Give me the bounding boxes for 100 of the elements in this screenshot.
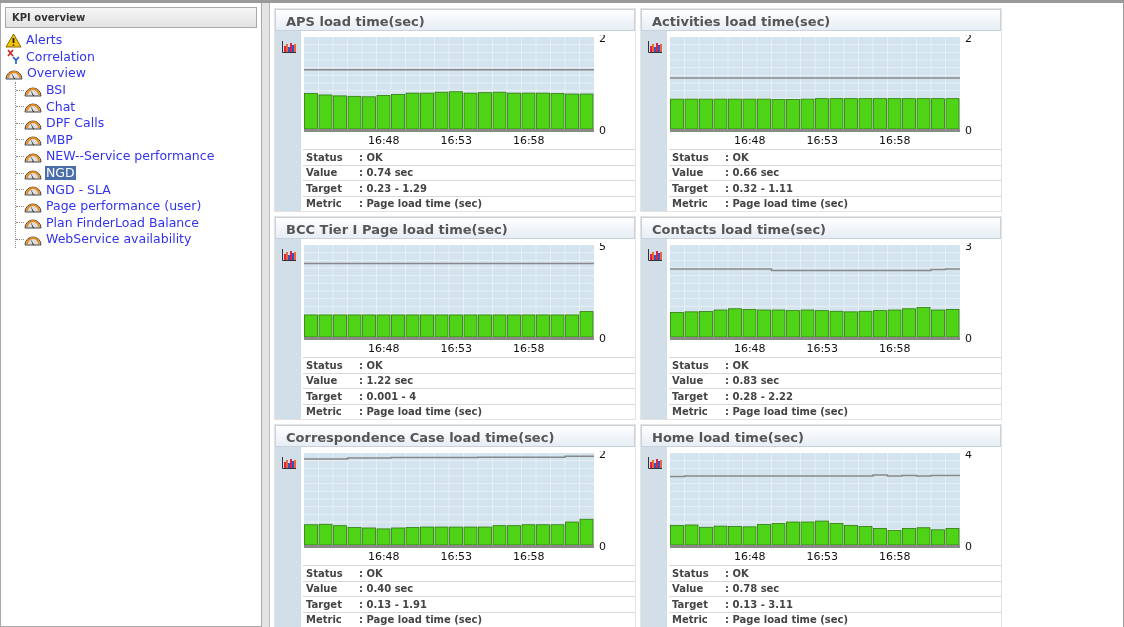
- detail-value: : Page load time (sec): [359, 405, 483, 420]
- chart-bar: [420, 92, 434, 130]
- axis-label: 16:48: [733, 550, 766, 563]
- tree-item[interactable]: Correlation: [25, 49, 96, 64]
- chart-bar: [304, 314, 318, 338]
- chart-bar: [713, 98, 728, 130]
- chart-bar: [786, 521, 800, 546]
- chart-bar: [728, 526, 742, 546]
- detail-value: : 0.13 - 3.11: [725, 597, 793, 612]
- chart-bar: [728, 98, 742, 130]
- chart-bar: [492, 525, 507, 546]
- axis-label: 16:53: [806, 134, 839, 147]
- chart-bar: [931, 529, 945, 546]
- detail-value: : 0.83 sec: [725, 374, 780, 389]
- chart-icon[interactable]: [648, 456, 662, 469]
- panel-title: Correspondence Case load time(sec): [275, 425, 635, 447]
- gauge-icon: [24, 183, 42, 197]
- axis-label: 16:58: [878, 134, 911, 147]
- tree-item[interactable]: Plan FinderLoad Balance: [45, 215, 200, 230]
- chart-bar: [304, 524, 318, 546]
- detail-label: Value: [305, 166, 339, 181]
- detail-label: Value: [671, 582, 705, 597]
- chart-bar: [670, 98, 684, 130]
- axis-label: 0: [599, 332, 606, 345]
- chart-bar: [873, 98, 887, 130]
- chart-bar: [829, 523, 844, 546]
- warning-icon: [5, 32, 22, 48]
- chart-bar: [916, 527, 931, 546]
- tree-item[interactable]: DPF Calls: [45, 116, 106, 131]
- tree-item[interactable]: MBP: [45, 132, 74, 147]
- tree-item[interactable]: NEW--Service performance: [45, 149, 216, 164]
- chart-bar: [815, 98, 829, 130]
- tree-item[interactable]: BSI: [45, 83, 67, 98]
- chart-bar: [376, 528, 391, 546]
- detail-label: Value: [305, 582, 339, 597]
- axis-label: 16:48: [367, 550, 400, 563]
- chart-bar: [858, 526, 873, 546]
- chart-bar: [684, 524, 699, 546]
- chart-bar: [902, 308, 916, 338]
- axis-label: 0: [599, 540, 606, 553]
- detail-value: : 0.13 - 1.91: [359, 597, 427, 612]
- chart-bar: [362, 314, 376, 338]
- axis-label: 16:48: [367, 134, 400, 147]
- chart-bar: [376, 314, 391, 338]
- chart-bar: [391, 527, 405, 546]
- axis-label: 16:48: [733, 342, 766, 355]
- chart-icon[interactable]: [282, 40, 296, 53]
- tree-item[interactable]: NGD: [45, 166, 76, 181]
- detail-label: Target: [305, 597, 343, 612]
- chart-bar: [347, 314, 362, 338]
- tree-item[interactable]: Chat: [45, 99, 77, 114]
- chart-bar: [550, 524, 565, 546]
- gauge-icon: [5, 67, 23, 80]
- detail-value: : 0.78 sec: [725, 582, 780, 597]
- detail-label: Value: [305, 374, 339, 389]
- detail-value: : 0.32 - 1.11: [725, 181, 793, 196]
- chart-bar: [815, 310, 829, 338]
- detail-value: : 0.74 sec: [359, 166, 414, 181]
- chart-bar: [670, 525, 684, 546]
- chart-icon[interactable]: [648, 40, 662, 53]
- chart-bar: [420, 314, 434, 338]
- detail-label: Target: [671, 181, 709, 196]
- chart-bar: [521, 524, 536, 546]
- chart-bar: [391, 314, 405, 338]
- axis-label: 0: [965, 332, 972, 345]
- chart-bar: [521, 314, 536, 338]
- tree-item[interactable]: Page performance (user): [45, 199, 203, 214]
- panel-title: Home load time(sec): [641, 425, 1001, 447]
- chart-bar: [771, 523, 786, 546]
- tree-item[interactable]: WebService availability: [45, 232, 193, 247]
- chart-bar: [728, 308, 742, 338]
- chart-bar: [333, 525, 347, 546]
- chart-icon[interactable]: [282, 248, 296, 261]
- chart-bar: [434, 314, 449, 338]
- chart-bar: [670, 312, 684, 338]
- detail-value: : Page load time (sec): [359, 613, 483, 627]
- axis-label: 16:53: [806, 342, 839, 355]
- chart-bar: [800, 98, 815, 130]
- chart-bar: [347, 95, 362, 130]
- detail-label: Target: [305, 389, 343, 404]
- detail-value: : 0.23 - 1.29: [359, 181, 427, 196]
- chart-bar: [916, 98, 931, 130]
- detail-value: : 0.001 - 4: [359, 389, 417, 404]
- detail-label: Value: [671, 166, 705, 181]
- detail-label: Metric: [671, 197, 709, 212]
- chart-bar: [507, 92, 521, 130]
- detail-value: : Page load time (sec): [359, 197, 483, 212]
- chart-icon[interactable]: [648, 248, 662, 261]
- chart-icon[interactable]: [282, 456, 296, 469]
- tree-item[interactable]: Overview: [26, 66, 87, 81]
- chart-bar: [684, 311, 699, 338]
- detail-value: : OK: [359, 358, 383, 373]
- detail-label: Status: [671, 358, 710, 373]
- chart-bar: [858, 98, 873, 130]
- chart-bar: [405, 314, 420, 338]
- axis-label: 16:58: [878, 550, 911, 563]
- chart-bar: [757, 98, 771, 130]
- tree-item[interactable]: Alerts: [25, 33, 64, 48]
- chart-bar: [887, 309, 902, 338]
- tree-item[interactable]: NGD - SLA: [45, 182, 112, 197]
